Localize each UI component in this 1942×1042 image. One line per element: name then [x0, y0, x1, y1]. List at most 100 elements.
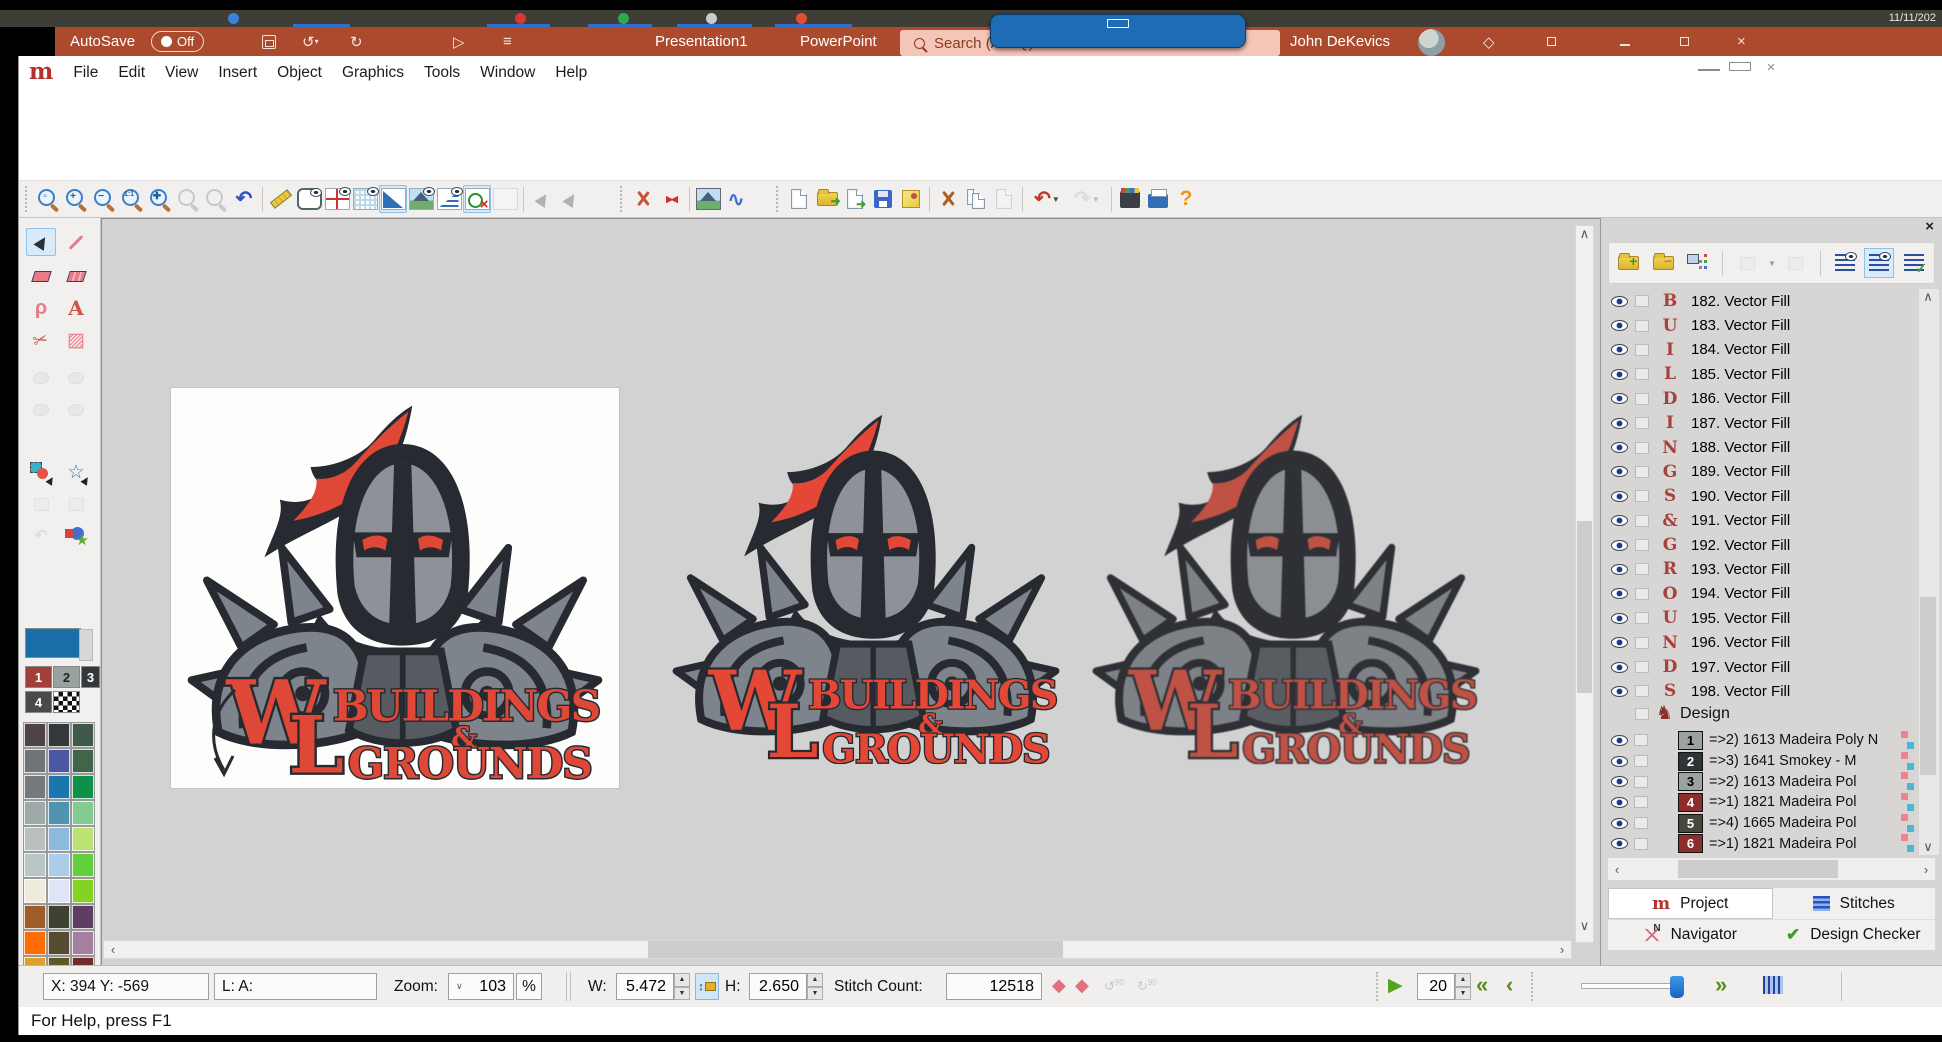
object-label[interactable]: 192. Vector Fill: [1691, 537, 1790, 554]
height-input[interactable]: [757, 978, 799, 996]
app-close-icon[interactable]: ×: [1760, 59, 1782, 76]
tab-design-checker[interactable]: ✔ Design Checker: [1772, 920, 1936, 950]
object-label[interactable]: 184. Vector Fill: [1691, 341, 1790, 358]
panel-hscroll-thumb[interactable]: [1678, 860, 1838, 878]
menu-item[interactable]: Window: [470, 64, 545, 82]
open-file-icon[interactable]: ➜: [813, 185, 841, 213]
object-checkbox[interactable]: [1635, 466, 1649, 478]
palette-color[interactable]: [72, 775, 94, 799]
tree-view-icon[interactable]: [1864, 248, 1894, 278]
visibility-eye-icon[interactable]: [1611, 756, 1628, 767]
avatar[interactable]: [1418, 29, 1445, 56]
block-checkbox[interactable]: [1634, 796, 1648, 808]
scroll-down-icon[interactable]: ∨: [1576, 918, 1593, 934]
object-checkbox[interactable]: [1635, 588, 1649, 600]
palette-color[interactable]: [48, 879, 70, 903]
visibility-eye-icon[interactable]: [1611, 369, 1628, 380]
taskbar-app-icon[interactable]: [228, 13, 239, 24]
object-row[interactable]: N 188. Vector Fill: [1605, 435, 1916, 459]
zoom-undo-icon[interactable]: ↶: [230, 185, 258, 213]
zoom-actual-icon[interactable]: 1:1: [118, 185, 146, 213]
palette-color[interactable]: [24, 723, 46, 747]
canvas-horizontal-scrollbar[interactable]: ‹ ›: [103, 940, 1572, 959]
horizontal-scroll-thumb[interactable]: [648, 941, 1063, 958]
visibility-eye-icon[interactable]: [1611, 818, 1628, 829]
object-label[interactable]: 195. Vector Fill: [1691, 610, 1790, 627]
block-checkbox[interactable]: [1634, 755, 1648, 767]
ribbon-overflow-icon[interactable]: ≡: [503, 33, 512, 50]
column-b-tool[interactable]: [61, 262, 91, 290]
tab-project[interactable]: m Project: [1608, 888, 1773, 919]
object-checkbox[interactable]: [1635, 685, 1649, 697]
menu-item[interactable]: View: [155, 64, 208, 82]
star-shape-tool[interactable]: ☆▶: [61, 458, 91, 486]
palette-color[interactable]: [24, 801, 46, 825]
object-row[interactable]: U 195. Vector Fill: [1605, 606, 1916, 630]
color-block-row[interactable]: 3 =>2) 1613 Madeira Pol: [1605, 771, 1916, 792]
object-checkbox[interactable]: [1635, 515, 1649, 527]
palette-color[interactable]: [48, 905, 70, 929]
object-checkbox[interactable]: [1635, 442, 1649, 454]
app-minimize-icon[interactable]: [1698, 59, 1720, 76]
scroll-right-icon[interactable]: ›: [1917, 862, 1935, 877]
toolbar-grip[interactable]: [25, 186, 31, 212]
object-row[interactable]: G 189. Vector Fill: [1605, 460, 1916, 484]
object-label[interactable]: 196. Vector Fill: [1691, 634, 1790, 651]
new-file-icon[interactable]: [785, 185, 813, 213]
background-visibility-icon[interactable]: [407, 185, 435, 213]
object-label[interactable]: 194. Vector Fill: [1691, 585, 1790, 602]
menu-item[interactable]: Edit: [108, 64, 155, 82]
speed-field[interactable]: [1417, 973, 1455, 1000]
palette-color[interactable]: [48, 931, 70, 955]
design-group-row[interactable]: ♞ Design: [1611, 705, 1730, 723]
palette-color[interactable]: [72, 879, 94, 903]
palette-color[interactable]: [24, 879, 46, 903]
visibility-eye-icon[interactable]: [1611, 344, 1628, 355]
width-stepper[interactable]: ▲▼: [674, 973, 690, 1000]
palette-color[interactable]: [72, 723, 94, 747]
palette-color[interactable]: [24, 905, 46, 929]
ppt-close-icon[interactable]: ×: [1737, 27, 1746, 56]
object-row[interactable]: S 198. Vector Fill: [1605, 679, 1916, 703]
object-row[interactable]: L 185. Vector Fill: [1605, 362, 1916, 386]
object-label[interactable]: 198. Vector Fill: [1691, 683, 1790, 700]
palette-color[interactable]: [72, 905, 94, 929]
object-checkbox[interactable]: [1635, 563, 1649, 575]
palette-color[interactable]: [72, 931, 94, 955]
step-back-icon[interactable]: ‹: [1506, 972, 1513, 998]
object-checkbox[interactable]: [1635, 368, 1649, 380]
object-checkbox[interactable]: [1635, 661, 1649, 673]
color-block-row[interactable]: 1 =>2) 1613 Madeira Poly N: [1605, 730, 1916, 751]
user-name[interactable]: John DeKevics: [1290, 27, 1390, 56]
thread-color-chip[interactable]: 3: [1678, 772, 1703, 791]
object-row[interactable]: & 191. Vector Fill: [1605, 509, 1916, 533]
visibility-eye-icon[interactable]: [1611, 466, 1628, 477]
toolbar-grip[interactable]: [620, 186, 626, 212]
line-tool[interactable]: [61, 228, 91, 256]
object-label[interactable]: 189. Vector Fill: [1691, 463, 1790, 480]
palette-color[interactable]: [48, 801, 70, 825]
undo-button[interactable]: ↶▼: [1027, 185, 1067, 213]
object-label[interactable]: 182. Vector Fill: [1691, 293, 1790, 310]
panel-close-icon[interactable]: ×: [1925, 218, 1934, 235]
object-label[interactable]: 188. Vector Fill: [1691, 439, 1790, 456]
object-checkbox[interactable]: [1635, 612, 1649, 624]
undo-icon[interactable]: ↺: [302, 33, 315, 51]
export-image-icon[interactable]: [694, 185, 722, 213]
object-label[interactable]: 185. Vector Fill: [1691, 366, 1790, 383]
visibility-eye-icon[interactable]: [1611, 776, 1628, 787]
thread-label[interactable]: =>3) 1641 Smokey - M: [1709, 753, 1857, 769]
object-label[interactable]: 190. Vector Fill: [1691, 488, 1790, 505]
visibility-eye-icon[interactable]: [1611, 540, 1628, 551]
jump-end-icon[interactable]: »: [1715, 972, 1727, 998]
panel-scroll-thumb[interactable]: [1920, 597, 1936, 775]
slideshow-icon[interactable]: ▷: [453, 33, 465, 51]
contour-view-icon[interactable]: [435, 185, 463, 213]
object-row[interactable]: S 190. Vector Fill: [1605, 484, 1916, 508]
palette-color[interactable]: [24, 749, 46, 773]
color-block-row[interactable]: 6 =>1) 1821 Madeira Pol: [1605, 833, 1916, 854]
stitch-player-icon[interactable]: ∿: [722, 185, 750, 213]
speed-stepper[interactable]: ▲▼: [1455, 973, 1471, 1000]
knight-logo-vector[interactable]: [669, 390, 1063, 780]
color-chip-1[interactable]: 1: [25, 666, 52, 688]
